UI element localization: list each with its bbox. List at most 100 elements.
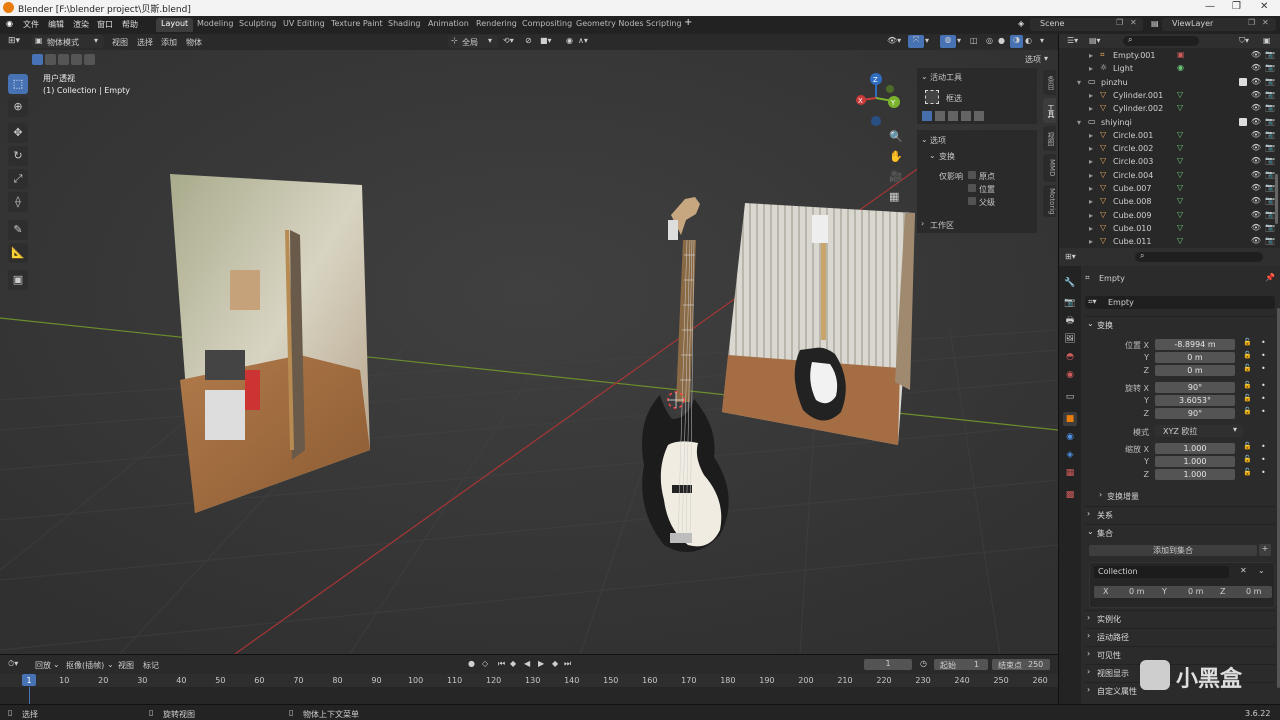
camera-view-icon[interactable]: 🎥 (889, 170, 903, 183)
eye-icon[interactable]: 👁 (1251, 156, 1261, 165)
tab-workspace-rendering[interactable]: Rendering (471, 18, 522, 32)
camera-icon[interactable]: 📷 (1265, 117, 1275, 126)
workspace-panel[interactable]: › 工作区 (917, 215, 1037, 233)
disclosure-icon[interactable]: ▾ (1077, 78, 1081, 87)
shading-wireframe-icon[interactable]: ◎ (986, 36, 993, 45)
mode-intersect-icon[interactable] (974, 111, 984, 121)
end-frame-field[interactable]: 结束点 250 (992, 659, 1050, 670)
disclosure-icon[interactable]: ▸ (1089, 211, 1093, 220)
motion-paths-section-header[interactable]: › 运动路径 (1085, 628, 1275, 643)
menu-add[interactable]: 添加 (161, 37, 177, 48)
outliner-row[interactable]: ▸ ⌗ Empty.001 ▣ 👁 📷 (1059, 50, 1280, 63)
mesh-data-icon[interactable]: ▽ (1177, 183, 1183, 192)
offset-y-value[interactable]: 0 m (1188, 587, 1203, 596)
mode-extend-icon[interactable] (935, 111, 945, 121)
copy-icon[interactable]: ❐ (1116, 18, 1123, 27)
gizmo-toggle-icon[interactable]: ⤧ (908, 35, 924, 48)
camera-icon[interactable]: 📷 (1265, 170, 1275, 179)
delta-transform-label[interactable]: 变换增量 (1107, 491, 1139, 502)
scale-x-field[interactable]: 1.000 (1155, 443, 1235, 454)
disclosure-icon[interactable]: ▸ (1089, 237, 1093, 246)
mode-invert-icon[interactable] (961, 111, 971, 121)
next-keyframe-icon[interactable]: ◆ (552, 659, 558, 668)
chevron-down-icon[interactable]: ⌄ (1258, 566, 1265, 575)
texture-tab-icon[interactable]: ▩ (1063, 488, 1077, 502)
outliner-row[interactable]: ▸ ▽ Circle.002 ▽ 👁 📷 (1059, 143, 1280, 156)
mesh-data-icon[interactable]: ▽ (1177, 143, 1183, 152)
eye-icon[interactable]: 👁 (1251, 103, 1261, 112)
outliner-row[interactable]: ▾ ▭ shiyinqi 👁 📷 (1059, 117, 1280, 130)
keying-menu[interactable]: 抠像(插帧) (66, 660, 104, 671)
collection-checkbox[interactable] (1239, 77, 1247, 86)
light-data-icon[interactable]: ◉ (1177, 63, 1184, 72)
mode-new-icon[interactable] (922, 111, 932, 121)
play-icon[interactable]: ▶ (538, 659, 544, 668)
tool-tab-icon[interactable]: 🔧 (1063, 276, 1077, 290)
editor-type-icon[interactable]: ⏱▾ (8, 659, 18, 669)
scale-tool-icon[interactable]: ⤢ (8, 169, 28, 189)
outliner-row[interactable]: ▸ ▽ Cylinder.002 ▽ 👁 📷 (1059, 103, 1280, 116)
select-invert-icon[interactable] (71, 54, 82, 65)
keyframe-dot-icon[interactable]: • (1261, 364, 1266, 373)
camera-icon[interactable]: 📷 (1265, 50, 1275, 59)
add-to-collection-button[interactable]: 添加到集合 (1089, 545, 1257, 556)
properties-search-input[interactable]: ⌕ (1135, 251, 1263, 262)
pivot-icon[interactable]: ⟲▾ (503, 36, 514, 45)
tab-workspace-texture-paint[interactable]: Texture Paint (326, 18, 388, 32)
chevron-right-icon[interactable]: › (1099, 490, 1102, 499)
select-box-tool-icon[interactable]: ⬚ (8, 74, 28, 94)
box-select-icon[interactable] (925, 90, 939, 104)
lock-icon[interactable]: 🔓 (1243, 381, 1252, 389)
tab-mmd[interactable]: MMD (1043, 154, 1056, 182)
jump-end-icon[interactable]: ⏭ (564, 659, 571, 669)
keyframe-dot-icon[interactable]: • (1261, 455, 1266, 464)
menu-help[interactable]: 帮助 (122, 19, 138, 30)
eye-icon[interactable]: 👁 (1251, 130, 1261, 139)
tab-workspace-sculpting[interactable]: Sculpting (234, 18, 281, 32)
disclosure-icon[interactable]: ▾ (1077, 118, 1081, 127)
origin-checkbox[interactable] (968, 171, 976, 179)
keyframe-dot-icon[interactable]: • (1261, 394, 1266, 403)
location-y-field[interactable]: 0 m (1155, 352, 1235, 363)
output-tab-icon[interactable]: 🖶 (1063, 314, 1077, 328)
tab-workspace-modeling[interactable]: Modeling (192, 18, 238, 32)
object-name-field[interactable]: ⌗▾ Empty (1085, 296, 1275, 309)
display-mode-icon[interactable]: ▤▾ (1089, 36, 1101, 45)
falloff-icon[interactable]: ∧▾ (578, 36, 588, 45)
mesh-data-icon[interactable]: ▽ (1177, 210, 1183, 219)
outliner-search-input[interactable]: ⌕ (1123, 35, 1199, 46)
collection-offset-fields[interactable]: X 0 m Y 0 m Z 0 m (1094, 586, 1272, 598)
view-layer-tab-icon[interactable]: 🖼 (1063, 332, 1077, 346)
snap-target-icon[interactable]: ■▾ (540, 36, 552, 45)
mesh-data-icon[interactable]: ▽ (1177, 196, 1183, 205)
camera-icon[interactable]: 📷 (1265, 63, 1275, 72)
lock-icon[interactable]: 🔓 (1243, 442, 1252, 450)
eye-icon[interactable]: 👁 (1251, 183, 1261, 192)
timeline-view-menu[interactable]: 视图 (118, 660, 134, 671)
minimize-icon[interactable]: — (1205, 1, 1215, 12)
transform-section-header[interactable]: ⌄ 变换 (1085, 316, 1275, 331)
transform-orientation-dropdown[interactable]: ⊹ 全局 ▾ (448, 35, 498, 48)
eye-icon[interactable]: 👁 (1251, 90, 1261, 99)
visibility-icon[interactable]: 👁▾ (887, 36, 901, 45)
keyframe-dot-icon[interactable]: • (1261, 338, 1266, 347)
chevron-down-icon[interactable]: ⌄ (921, 72, 928, 81)
lock-icon[interactable]: 🔓 (1243, 407, 1252, 415)
eye-icon[interactable]: 👁 (1251, 117, 1261, 126)
copy-icon[interactable]: ❐ (1248, 18, 1255, 27)
camera-icon[interactable]: 📷 (1265, 90, 1275, 99)
parents-checkbox[interactable] (968, 197, 976, 205)
menu-render[interactable]: 渲染 (73, 19, 89, 30)
scale-z-field[interactable]: 1.000 (1155, 469, 1235, 480)
blender-menu-icon[interactable]: ◉ (6, 19, 13, 28)
constraint-icon[interactable]: ▣ (1177, 50, 1185, 59)
offset-x-value[interactable]: 0 m (1129, 587, 1144, 596)
lock-icon[interactable]: 🔓 (1243, 468, 1252, 476)
mesh-data-icon[interactable]: ▽ (1177, 90, 1183, 99)
close-icon[interactable]: ✕ (1260, 1, 1268, 12)
maximize-icon[interactable]: ❐ (1232, 1, 1241, 12)
outliner-scrollbar[interactable] (1275, 174, 1278, 224)
disclosure-icon[interactable]: ▸ (1089, 144, 1093, 153)
eye-icon[interactable]: 👁 (1251, 77, 1261, 86)
viewlayer-selector[interactable]: ViewLayer ❐ ✕ (1162, 18, 1276, 31)
